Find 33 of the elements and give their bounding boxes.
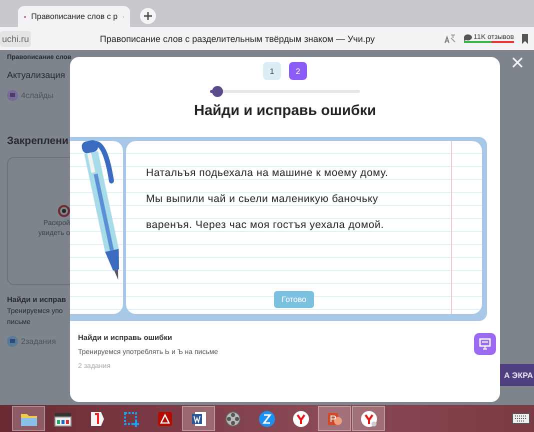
keyboard-icon[interactable] [512,413,530,424]
tasks-icon [7,336,18,347]
browser-icon [360,410,376,426]
stage-title: Актуализация [7,70,66,80]
fullscreen-button[interactable]: А ЭКРА [500,364,534,386]
exercise-text: Натальъя подьехала на машине к моему дому. [146,166,390,181]
bookmark-icon[interactable] [522,34,528,44]
document-icon [156,410,172,426]
film-reel-icon [224,410,240,426]
url-field[interactable]: uchi.ru [0,30,32,46]
page-title: Правописание слов с разделительным твёрдым знаком — Учи.ру [98,34,376,44]
flag-icon [88,410,104,426]
document-icon [190,410,206,426]
step-tab[interactable]: 1 [263,62,281,80]
exercise-text: Мы выпили чай и сьели маленикую баночьку [146,192,380,207]
translate-icon[interactable] [444,34,456,44]
selection-icon [122,410,138,426]
slides-icon [7,90,18,101]
presentation-button[interactable] [474,333,496,355]
new-tab-icon[interactable] [140,8,156,24]
exercise-text: варенъя. Через час моя гостъя уехала домой. [146,218,385,233]
clapperboard-icon [54,410,72,426]
taskbar-item[interactable] [182,406,215,431]
step-tab[interactable]: 2 [289,62,307,80]
presentation-icon [479,338,491,350]
browser-icon [292,410,308,426]
dialog-title: Найди и исправь ошибки [194,103,376,119]
target-icon [58,205,70,217]
browser-tab[interactable]: Правописание слов с р [18,6,130,27]
comment-icon [464,34,472,41]
tab-title: Правописание слов с р [31,12,118,21]
presentation-icon [326,410,342,426]
section-heading: Закреплени [7,135,70,147]
